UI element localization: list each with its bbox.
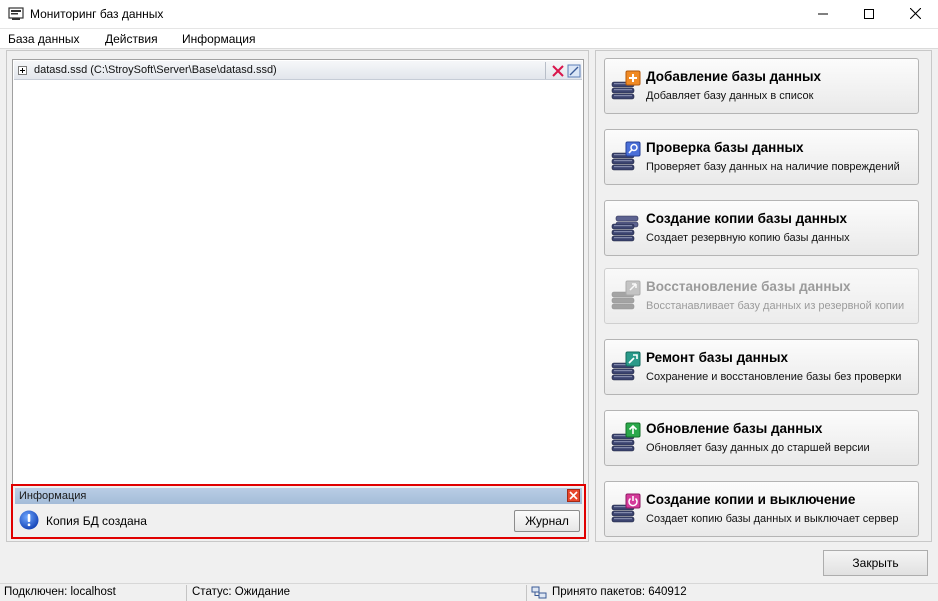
menu-information[interactable]: Информация — [182, 31, 255, 47]
repair-database-description: Сохранение и восстановление базы без про… — [646, 371, 902, 383]
database-restore-icon — [610, 280, 642, 312]
backup-and-shutdown-description: Создает копию базы данных и выключает се… — [646, 513, 899, 525]
update-database-description: Обновляет базу данных до старшей версии — [646, 442, 870, 454]
status-bar: Подключен: localhost Статус: Ожидание Пр… — [0, 583, 938, 601]
information-title: Информация — [19, 490, 87, 502]
update-database-button[interactable]: Обновление базы данных Обновляет базу да… — [604, 410, 919, 466]
check-database-button[interactable]: Проверка базы данных Проверяет базу данн… — [604, 129, 919, 185]
restore-database-description: Восстанавливает базу данных из резервной… — [646, 300, 905, 312]
database-repair-icon — [610, 351, 642, 383]
check-database-title: Проверка базы данных — [646, 140, 804, 155]
edit-icon[interactable] — [566, 63, 581, 78]
network-icon — [531, 586, 547, 600]
info-exclamation-icon — [19, 510, 39, 530]
status-packets: Принято пакетов: 640912 — [552, 586, 687, 598]
monitor-app-icon — [8, 6, 24, 22]
window-title: Мониторинг баз данных — [30, 7, 164, 21]
close-icon — [909, 7, 921, 22]
tree-row-label: datasd.ssd (C:\StroySoft\Server\Base\dat… — [34, 64, 277, 76]
maximize-icon — [864, 8, 874, 22]
menu-database[interactable]: База данных — [8, 31, 79, 47]
restore-database-button[interactable]: Восстановление базы данных Восстанавлива… — [604, 268, 919, 324]
delete-x-icon[interactable] — [550, 63, 565, 78]
backup-database-description: Создает резервную копию базы данных — [646, 232, 850, 244]
row-divider — [545, 62, 546, 79]
information-message: Копия БД создана — [46, 514, 147, 528]
menu-actions[interactable]: Действия — [105, 31, 158, 47]
journal-button[interactable]: Журнал — [514, 510, 580, 532]
close-button[interactable]: Закрыть — [823, 550, 928, 576]
database-update-icon — [610, 422, 642, 454]
database-tree[interactable]: datasd.ssd (C:\StroySoft\Server\Base\dat… — [12, 59, 584, 485]
add-database-title: Добавление базы данных — [646, 69, 822, 84]
database-shutdown-icon — [610, 493, 642, 525]
title-bar: Мониторинг баз данных — [0, 0, 938, 29]
actions-panel: Добавление базы данных Добавляет базу да… — [595, 50, 932, 542]
database-list-panel: datasd.ssd (C:\StroySoft\Server\Base\dat… — [6, 50, 589, 542]
restore-database-title: Восстановление базы данных — [646, 279, 851, 294]
information-panel: Информация Копия БД создана Журнал — [11, 484, 586, 539]
backup-database-button[interactable]: Создание копии базы данных Создает резер… — [604, 200, 919, 256]
check-database-description: Проверяет базу данных на наличие поврежд… — [646, 161, 900, 173]
minimize-button[interactable] — [800, 0, 846, 29]
menu-bar: База данных Действия Информация — [0, 29, 938, 49]
minimize-icon — [818, 8, 828, 22]
update-database-title: Обновление базы данных — [646, 421, 823, 436]
status-state: Статус: Ожидание — [188, 585, 527, 601]
plus-expander-icon[interactable] — [18, 66, 27, 75]
database-backup-icon — [610, 212, 642, 244]
database-add-icon — [610, 70, 642, 102]
database-check-icon — [610, 141, 642, 173]
information-header: Информация — [15, 488, 582, 504]
maximize-button[interactable] — [846, 0, 892, 29]
repair-database-button[interactable]: Ремонт базы данных Сохранение и восстано… — [604, 339, 919, 395]
add-database-button[interactable]: Добавление базы данных Добавляет базу да… — [604, 58, 919, 114]
tree-row-datasd[interactable]: datasd.ssd (C:\StroySoft\Server\Base\dat… — [14, 61, 582, 80]
close-window-button[interactable] — [892, 0, 938, 29]
close-x-icon[interactable] — [567, 489, 580, 502]
add-database-description: Добавляет базу данных в список — [646, 90, 814, 102]
backup-and-shutdown-title: Создание копии и выключение — [646, 492, 856, 507]
repair-database-title: Ремонт базы данных — [646, 350, 788, 365]
backup-and-shutdown-button[interactable]: Создание копии и выключение Создает копи… — [604, 481, 919, 537]
status-connected: Подключен: localhost — [0, 585, 187, 601]
backup-database-title: Создание копии базы данных — [646, 211, 848, 226]
